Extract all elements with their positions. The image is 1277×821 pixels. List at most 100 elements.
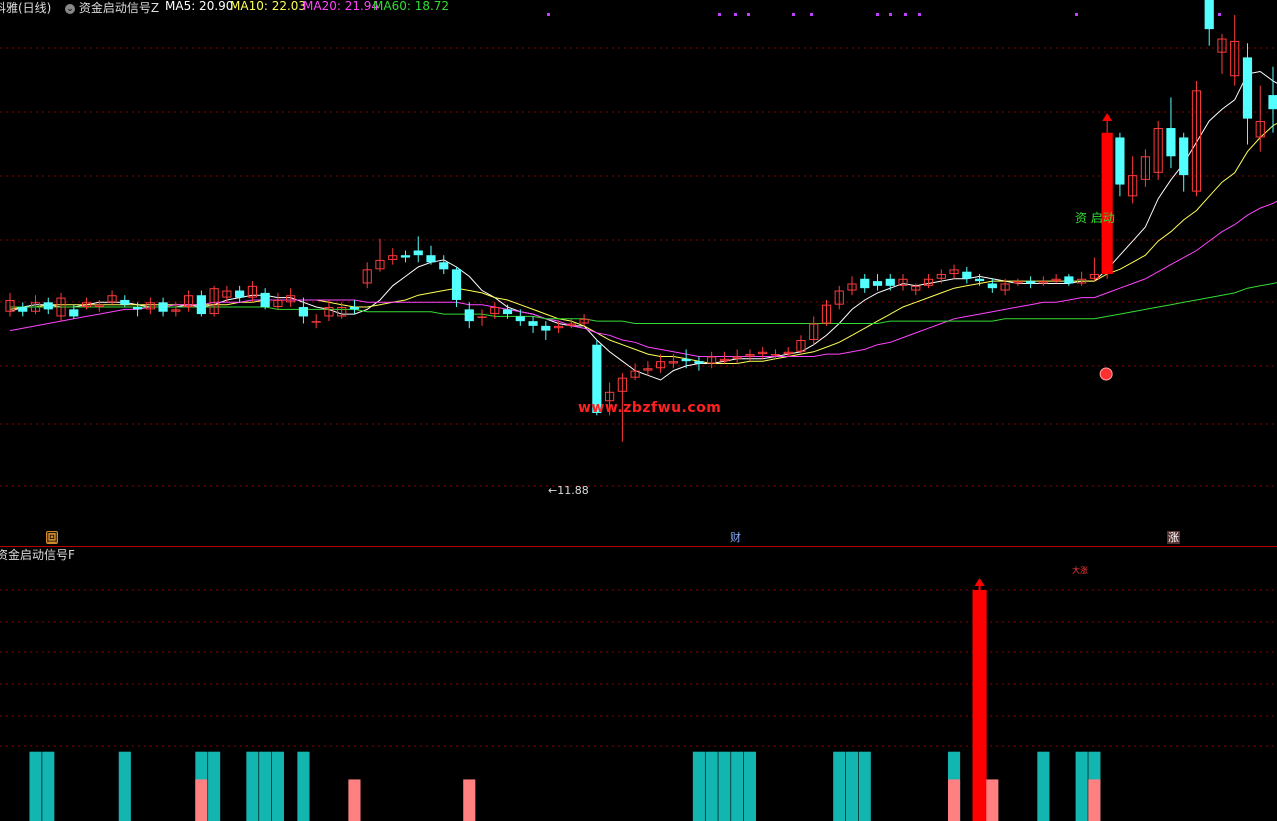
ma-line-ma5: [9, 70, 1277, 381]
ma10-value: MA10: 22.03: [230, 0, 307, 13]
marker-zhang[interactable]: 涨: [1167, 531, 1180, 544]
lower-teal-bar: [845, 751, 859, 821]
candle-body: [43, 302, 53, 310]
moving-average-lines: [9, 70, 1277, 381]
top-dot: [889, 13, 892, 16]
lower-teal-bar: [718, 751, 731, 821]
lower-pink-bar: [348, 779, 361, 821]
lower-teal-bar: [118, 751, 131, 821]
candle-body: [681, 358, 691, 362]
candle-body: [413, 250, 423, 256]
candle-body: [872, 281, 883, 286]
top-dot: [876, 13, 879, 16]
low-price-label: 11.88: [557, 484, 589, 497]
candle-body: [311, 321, 321, 323]
signal-candle: [1101, 132, 1113, 275]
candle-body: [885, 278, 895, 286]
candle-body: [349, 307, 360, 310]
candle-body: [477, 316, 487, 318]
lower-teal-bar: [1075, 751, 1088, 821]
candle-body: [196, 295, 206, 315]
marker-cai[interactable]: 财: [729, 531, 742, 544]
candle-body: [451, 269, 462, 300]
lower-pink-bar: [986, 779, 999, 821]
candle-body: [1204, 0, 1214, 30]
candle-body: [974, 278, 985, 282]
indicator-name: 资金启动信号Z: [78, 1, 160, 15]
lower-teal-bar: [833, 751, 846, 821]
lower-teal-bar: [259, 751, 272, 821]
candle-body: [987, 283, 997, 289]
candle-body: [158, 302, 168, 312]
lower-teal-bar: [208, 751, 221, 821]
candle-body: [770, 354, 781, 356]
top-dot: [718, 13, 721, 16]
lower-panel-title: 资金启动信号F: [0, 548, 75, 562]
top-dot: [1218, 13, 1221, 16]
lower-signal-bar: [972, 590, 987, 821]
top-dot: [810, 13, 813, 16]
candle-body: [18, 307, 28, 312]
candle-body: [515, 316, 525, 322]
candle-body: [120, 299, 130, 305]
ma60-value: MA60: 18.72: [373, 0, 450, 13]
lower-teal-bar: [731, 751, 744, 821]
candle-body: [694, 361, 704, 364]
candle-body: [464, 309, 474, 322]
candle-body: [69, 309, 79, 317]
lower-teal-bar: [705, 751, 718, 821]
lower-pink-bar: [463, 779, 476, 821]
lower-teal-bar: [743, 751, 756, 821]
lower-teal-bar: [29, 751, 42, 821]
watermark-text: www.zbzfwu.com: [578, 400, 722, 416]
top-dot: [904, 13, 907, 16]
ma20-value: MA20: 21.94: [303, 0, 380, 13]
candle-body: [528, 321, 538, 326]
top-dot: [547, 13, 550, 16]
lower-teal-bar: [692, 751, 705, 821]
lower-teal-bar: [1037, 751, 1050, 821]
candle-body: [541, 325, 551, 331]
candle-body: [860, 278, 870, 289]
ma5-value: MA5: 20.90: [165, 0, 234, 13]
top-dot: [1075, 13, 1078, 16]
candle-body: [502, 309, 513, 315]
stock-name: 科雅(日线): [0, 1, 52, 15]
marker-hui[interactable]: 回: [46, 531, 58, 544]
chevron-down-icon: ⌄: [65, 4, 75, 14]
candle-body: [1064, 276, 1074, 284]
candle-body: [962, 271, 972, 279]
top-dot: [734, 13, 737, 16]
chart-grid: [0, 13, 1277, 747]
candle-body: [132, 307, 143, 310]
lower-pink-bar: [948, 779, 961, 821]
lower-teal-bar: [858, 751, 871, 821]
lower-pink-bar: [1088, 779, 1101, 821]
top-dot: [792, 13, 795, 16]
top-dot: [918, 13, 921, 16]
candle-body: [1026, 281, 1036, 284]
lower-signal-arrow: [974, 578, 985, 586]
candle-body: [1268, 95, 1277, 110]
candle-body: [1242, 57, 1253, 119]
top-dot: [747, 13, 750, 16]
lower-teal-bar: [246, 751, 259, 821]
signal-dot: [1099, 367, 1113, 381]
lower-teal-bar: [297, 751, 310, 821]
lower-signal-label: 大涨: [1072, 566, 1088, 575]
candle-body: [1179, 137, 1189, 176]
candle-body: [1115, 137, 1125, 185]
lower-pink-bar: [195, 779, 208, 821]
candle-body: [439, 262, 449, 270]
indicator-dropdown[interactable]: ⌄ 资金启动信号Z: [65, 0, 159, 16]
lower-indicator-bars: [29, 578, 1101, 821]
candle-body: [400, 255, 411, 258]
candle-body: [235, 290, 245, 298]
ma-line-ma10: [9, 122, 1277, 364]
lower-teal-bar: [42, 751, 55, 821]
low-price-annotation: ←11.88: [548, 484, 589, 497]
lower-teal-bar: [271, 751, 284, 821]
candle-body: [426, 255, 436, 263]
signal-arrow: [1102, 112, 1113, 121]
candle-body: [298, 307, 309, 317]
